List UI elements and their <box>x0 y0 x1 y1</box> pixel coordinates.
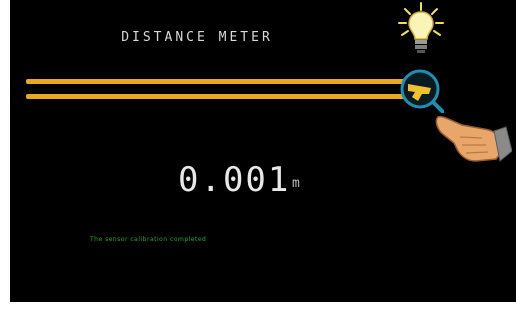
distance-unit: m <box>292 176 300 191</box>
status-message: The sensor calibration completed <box>90 236 207 243</box>
rail-track-top <box>26 79 418 84</box>
rail-track-bottom <box>26 94 418 99</box>
distance-value: 0.001 <box>178 160 291 200</box>
lightbulb-icon[interactable] <box>396 2 446 54</box>
distance-meter-screen: DISTANCE METER 0.001 m The sensor calibr… <box>10 0 516 302</box>
app-title: DISTANCE METER <box>121 30 273 45</box>
distance-readout: 0.001 m <box>10 155 516 205</box>
